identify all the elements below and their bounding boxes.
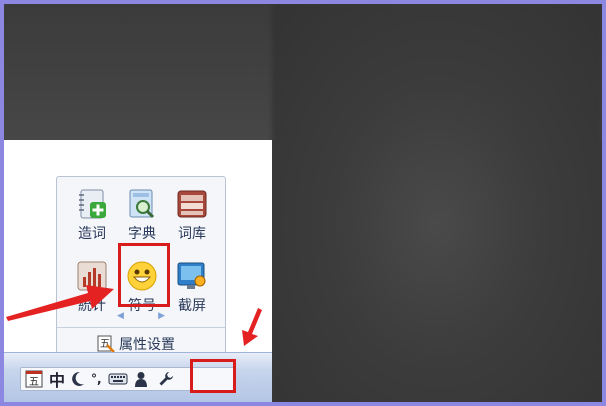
panel-divider xyxy=(57,327,225,328)
tool-dictionary[interactable]: 字典 xyxy=(117,185,167,249)
dictionary-search-icon xyxy=(125,187,159,221)
tool-word-library[interactable]: 词库 xyxy=(167,185,217,249)
tool-screenshot[interactable]: 截屏 xyxy=(167,257,217,321)
screenshot-frame: 造词 字典 词库 符号 截屏 ◀ ▶ 五 属性设置 五 中 °, xyxy=(4,4,602,402)
pager-next-icon[interactable]: ▶ xyxy=(158,311,165,321)
blurred-background-right xyxy=(272,4,602,402)
svg-text:五: 五 xyxy=(100,339,110,350)
word-library-icon xyxy=(175,187,209,221)
tool-screenshot-label: 截屏 xyxy=(178,298,206,314)
settings-icon: 五 xyxy=(97,335,115,353)
taskbar: 五 中 °, xyxy=(4,352,272,402)
toolbox-pager: ◀ ▶ xyxy=(117,311,165,321)
toolbox-wrench-icon[interactable] xyxy=(158,369,174,389)
soft-keyboard-icon[interactable] xyxy=(108,369,128,389)
half-width-moon-icon[interactable] xyxy=(71,369,85,389)
tool-create-word-label: 造词 xyxy=(78,226,106,242)
ime-logo-icon[interactable]: 五 xyxy=(25,369,43,389)
user-icon[interactable] xyxy=(134,369,148,389)
screenshot-icon xyxy=(175,259,209,293)
arrow-to-symbol-icon xyxy=(6,285,114,321)
chinese-mode-toggle[interactable]: 中 xyxy=(49,369,65,390)
ime-toolbox-panel: 造词 字典 词库 符号 截屏 ◀ ▶ 五 属性设置 xyxy=(56,176,226,360)
notebook-add-icon xyxy=(75,187,109,221)
tool-dictionary-label: 字典 xyxy=(128,226,156,242)
wrench-highlight-box xyxy=(190,359,236,393)
symbol-highlight-box xyxy=(118,243,170,307)
tool-word-library-label: 词库 xyxy=(178,226,206,242)
settings-label: 属性设置 xyxy=(119,337,175,353)
svg-text:五: 五 xyxy=(29,377,39,388)
arrow-to-wrench-icon xyxy=(242,308,262,346)
pager-prev-icon[interactable]: ◀ xyxy=(117,311,124,321)
tool-create-word[interactable]: 造词 xyxy=(67,185,117,249)
punctuation-toggle[interactable]: °, xyxy=(91,369,102,389)
